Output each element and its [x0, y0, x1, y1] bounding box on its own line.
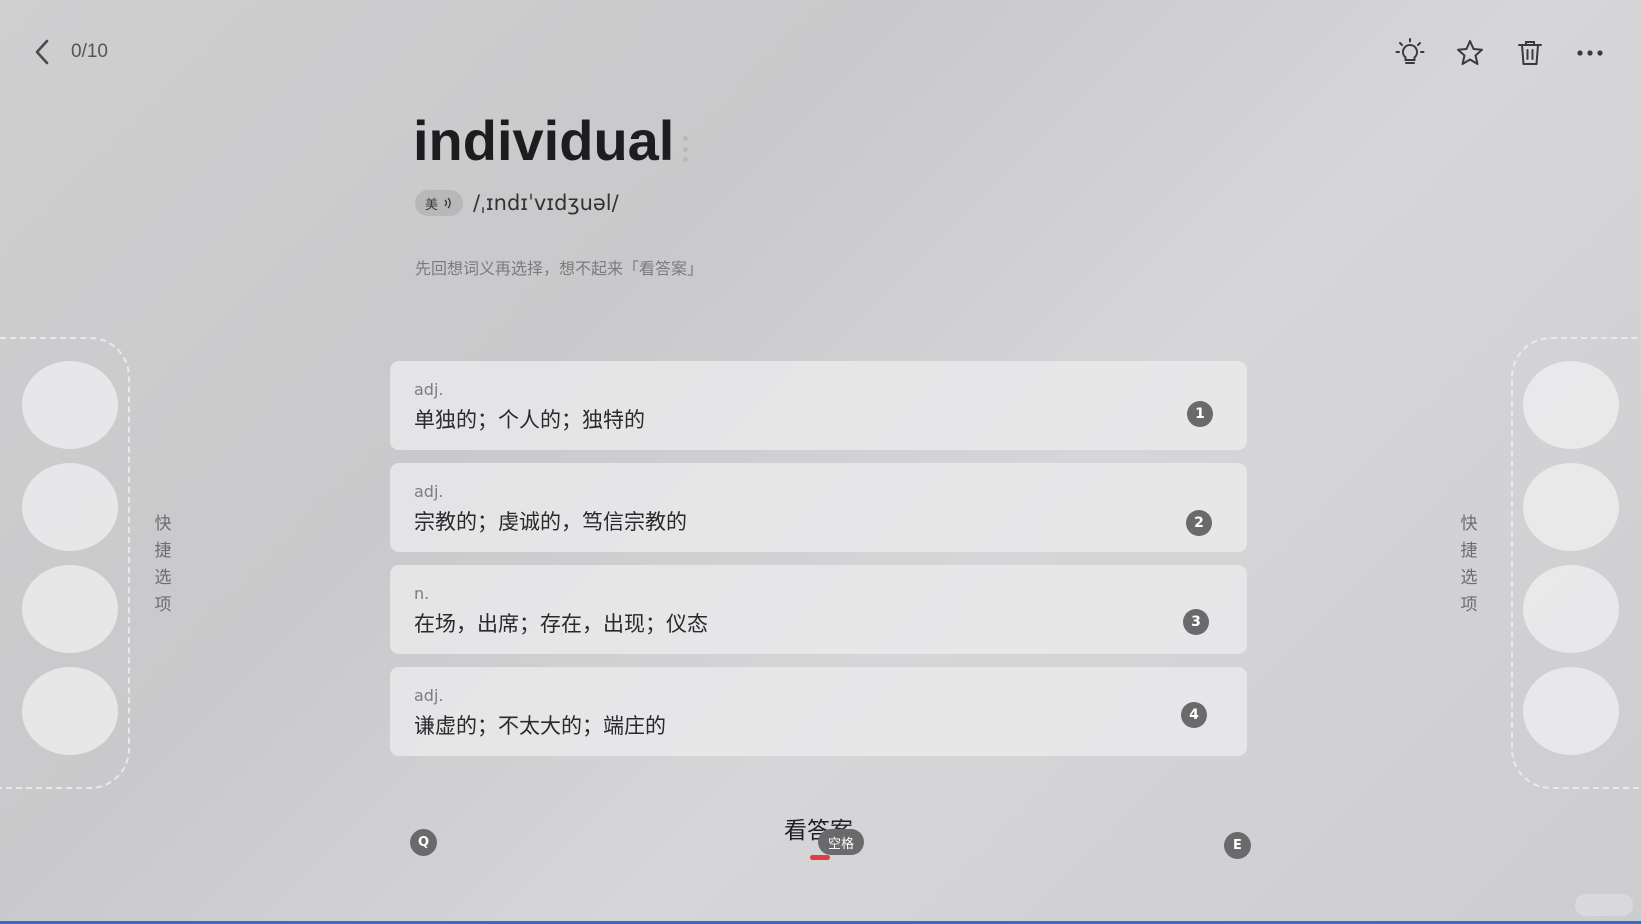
favorite-button[interactable] — [1453, 36, 1487, 70]
more-button[interactable] — [1573, 36, 1607, 70]
word-title: individual — [413, 109, 675, 172]
option-pos: adj. — [414, 482, 444, 501]
drag-handle-icon[interactable] — [683, 136, 689, 162]
play-pronunciation-button[interactable]: 美 — [415, 190, 464, 216]
quick-slot-left-4[interactable] — [22, 667, 118, 755]
speaker-icon — [444, 197, 451, 209]
hint-text: 先回想词义再选择，想不起来「看答案」 — [415, 259, 704, 278]
option-key-badge: 1 — [1187, 401, 1213, 427]
quick-slot-right-1[interactable] — [1523, 361, 1619, 449]
option-meaning: 宗教的；虔诚的，笃信宗教的 — [414, 510, 687, 534]
quick-slot-right-3[interactable] — [1523, 565, 1619, 653]
active-indicator — [810, 855, 830, 860]
lightbulb-icon — [1395, 38, 1425, 64]
option-4[interactable]: adj. 谦虚的；不太大的；端庄的 4 — [390, 667, 1247, 756]
quick-slot-right-2[interactable] — [1523, 463, 1619, 551]
option-key-badge: 4 — [1181, 702, 1207, 728]
shortcut-e-badge[interactable]: E — [1224, 832, 1251, 859]
quick-slot-left-3[interactable] — [22, 565, 118, 653]
option-key-badge: 3 — [1183, 609, 1209, 635]
option-meaning: 单独的；个人的；独特的 — [414, 408, 645, 432]
progress-counter: 0/10 — [71, 41, 108, 62]
option-pos: adj. — [414, 380, 444, 399]
quick-slot-right-4[interactable] — [1523, 667, 1619, 755]
options-list: adj. 单独的；个人的；独特的 1 adj. 宗教的；虔诚的，笃信宗教的 2 … — [390, 361, 1247, 769]
more-icon — [1577, 50, 1603, 56]
space-key-badge: 空格 — [818, 829, 864, 855]
top-action-bar — [1393, 36, 1607, 70]
shortcut-q-badge[interactable]: Q — [410, 829, 437, 856]
option-meaning: 谦虚的；不太大的；端庄的 — [414, 714, 666, 738]
watermark — [1575, 894, 1633, 916]
star-icon — [1457, 40, 1483, 65]
option-2[interactable]: adj. 宗教的；虔诚的，笃信宗教的 2 — [390, 463, 1247, 552]
pronunciation-row: 美 /ˌɪndɪˈvɪdʒuəl/ — [415, 190, 619, 216]
option-key-badge: 2 — [1186, 510, 1212, 536]
option-3[interactable]: n. 在场，出席；存在，出现；仪态 3 — [390, 565, 1247, 654]
quick-slot-left-1[interactable] — [22, 361, 118, 449]
quick-slot-left-2[interactable] — [22, 463, 118, 551]
quick-options-label-right: 快捷选项 — [1460, 514, 1478, 615]
delete-button[interactable] — [1513, 36, 1547, 70]
option-pos: adj. — [414, 686, 444, 705]
chevron-left-icon — [35, 39, 49, 65]
region-label: 美 — [425, 197, 439, 213]
hint-button[interactable] — [1393, 36, 1427, 70]
quick-options-label-left: 快捷选项 — [154, 514, 172, 615]
back-button[interactable] — [30, 38, 56, 66]
option-meaning: 在场，出席；存在，出现；仪态 — [414, 612, 708, 636]
option-1[interactable]: adj. 单独的；个人的；独特的 1 — [390, 361, 1247, 450]
phonetic: /ˌɪndɪˈvɪdʒuəl/ — [473, 191, 619, 215]
option-pos: n. — [414, 584, 430, 603]
trash-icon — [1518, 41, 1542, 65]
